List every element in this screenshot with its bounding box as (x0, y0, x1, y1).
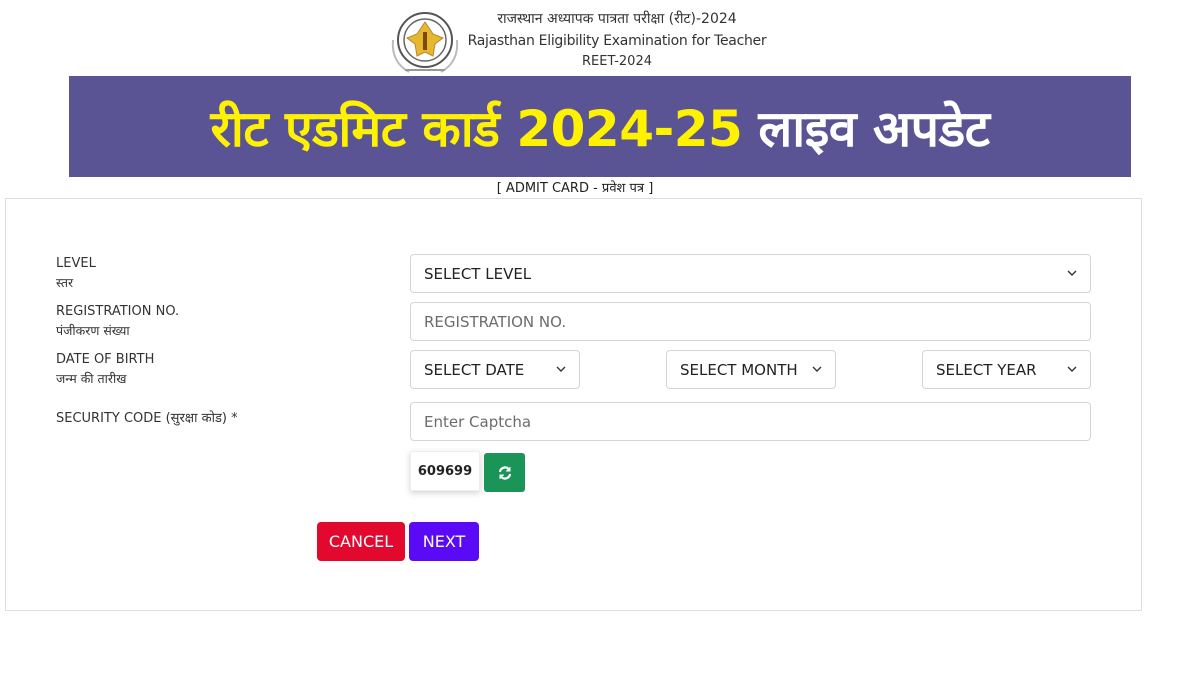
banner-highlight-text: रीट एडमिट कार्ड 2024-25 (210, 99, 743, 158)
refresh-captcha-button[interactable] (484, 453, 525, 492)
admit-card-form: LEVEL स्तर SELECT LEVEL REGISTRATION NO.… (5, 198, 1142, 611)
banner-live-update-text: लाइव अपडेट (758, 99, 990, 158)
dob-year-value: SELECT YEAR (936, 360, 1037, 379)
headline-banner: रीट एडमिट कार्ड 2024-25 लाइव अपडेट (69, 76, 1131, 177)
cancel-button[interactable]: CANCEL (317, 522, 405, 561)
dob-month-value: SELECT MONTH (680, 360, 798, 379)
chevron-down-icon (556, 365, 566, 375)
dob-label-en: DATE OF BIRTH (56, 352, 155, 367)
chevron-down-icon (1067, 269, 1077, 279)
registration-label: REGISTRATION NO. पंजीकरण संख्या (56, 303, 179, 341)
next-button[interactable]: NEXT (409, 522, 479, 561)
security-code-label: SECURITY CODE (सुरक्षा कोड) * (56, 410, 238, 428)
dob-label-hi: जन्म की तारीख (56, 371, 127, 386)
dob-label: DATE OF BIRTH जन्म की तारीख (56, 351, 154, 389)
reet-emblem-icon (387, 10, 463, 76)
refresh-icon (498, 465, 511, 480)
admit-card-subtitle: [ ADMIT CARD - प्रवेश पत्र ] (496, 181, 654, 196)
captcha-placeholder: Enter Captcha (424, 412, 532, 431)
security-code-label-text: SECURITY CODE (सुरक्षा कोड) * (56, 411, 238, 426)
chevron-down-icon (1067, 365, 1077, 375)
exam-title-hindi: राजस्थान अध्यापक पात्रता परीक्षा (रीट)-2… (497, 11, 737, 27)
level-select-value: SELECT LEVEL (424, 264, 532, 283)
dob-date-select[interactable]: SELECT DATE (410, 350, 580, 389)
exam-title-english: Rajasthan Eligibility Examination for Te… (467, 33, 767, 49)
registration-label-en: REGISTRATION NO. (56, 304, 180, 319)
level-label-hi: स्तर (56, 275, 74, 290)
page-header: राजस्थान अध्यापक पात्रता परीक्षा (रीट)-2… (0, 0, 1200, 76)
captcha-code: 609699 (410, 451, 480, 491)
registration-input[interactable]: REGISTRATION NO. (410, 302, 1091, 341)
exam-code: REET-2024 (582, 54, 652, 69)
dob-year-select[interactable]: SELECT YEAR (922, 350, 1091, 389)
level-select[interactable]: SELECT LEVEL (410, 254, 1091, 293)
dob-date-value: SELECT DATE (424, 360, 525, 379)
level-label: LEVEL स्तर (56, 255, 96, 293)
registration-placeholder: REGISTRATION NO. (424, 312, 567, 331)
registration-label-hi: पंजीकरण संख्या (56, 323, 130, 338)
dob-month-select[interactable]: SELECT MONTH (666, 350, 836, 389)
chevron-down-icon (812, 365, 822, 375)
level-label-en: LEVEL (56, 256, 96, 271)
exam-title-block: राजस्थान अध्यापक पात्रता परीक्षा (रीट)-2… (462, 8, 772, 72)
captcha-input[interactable]: Enter Captcha (410, 402, 1091, 441)
